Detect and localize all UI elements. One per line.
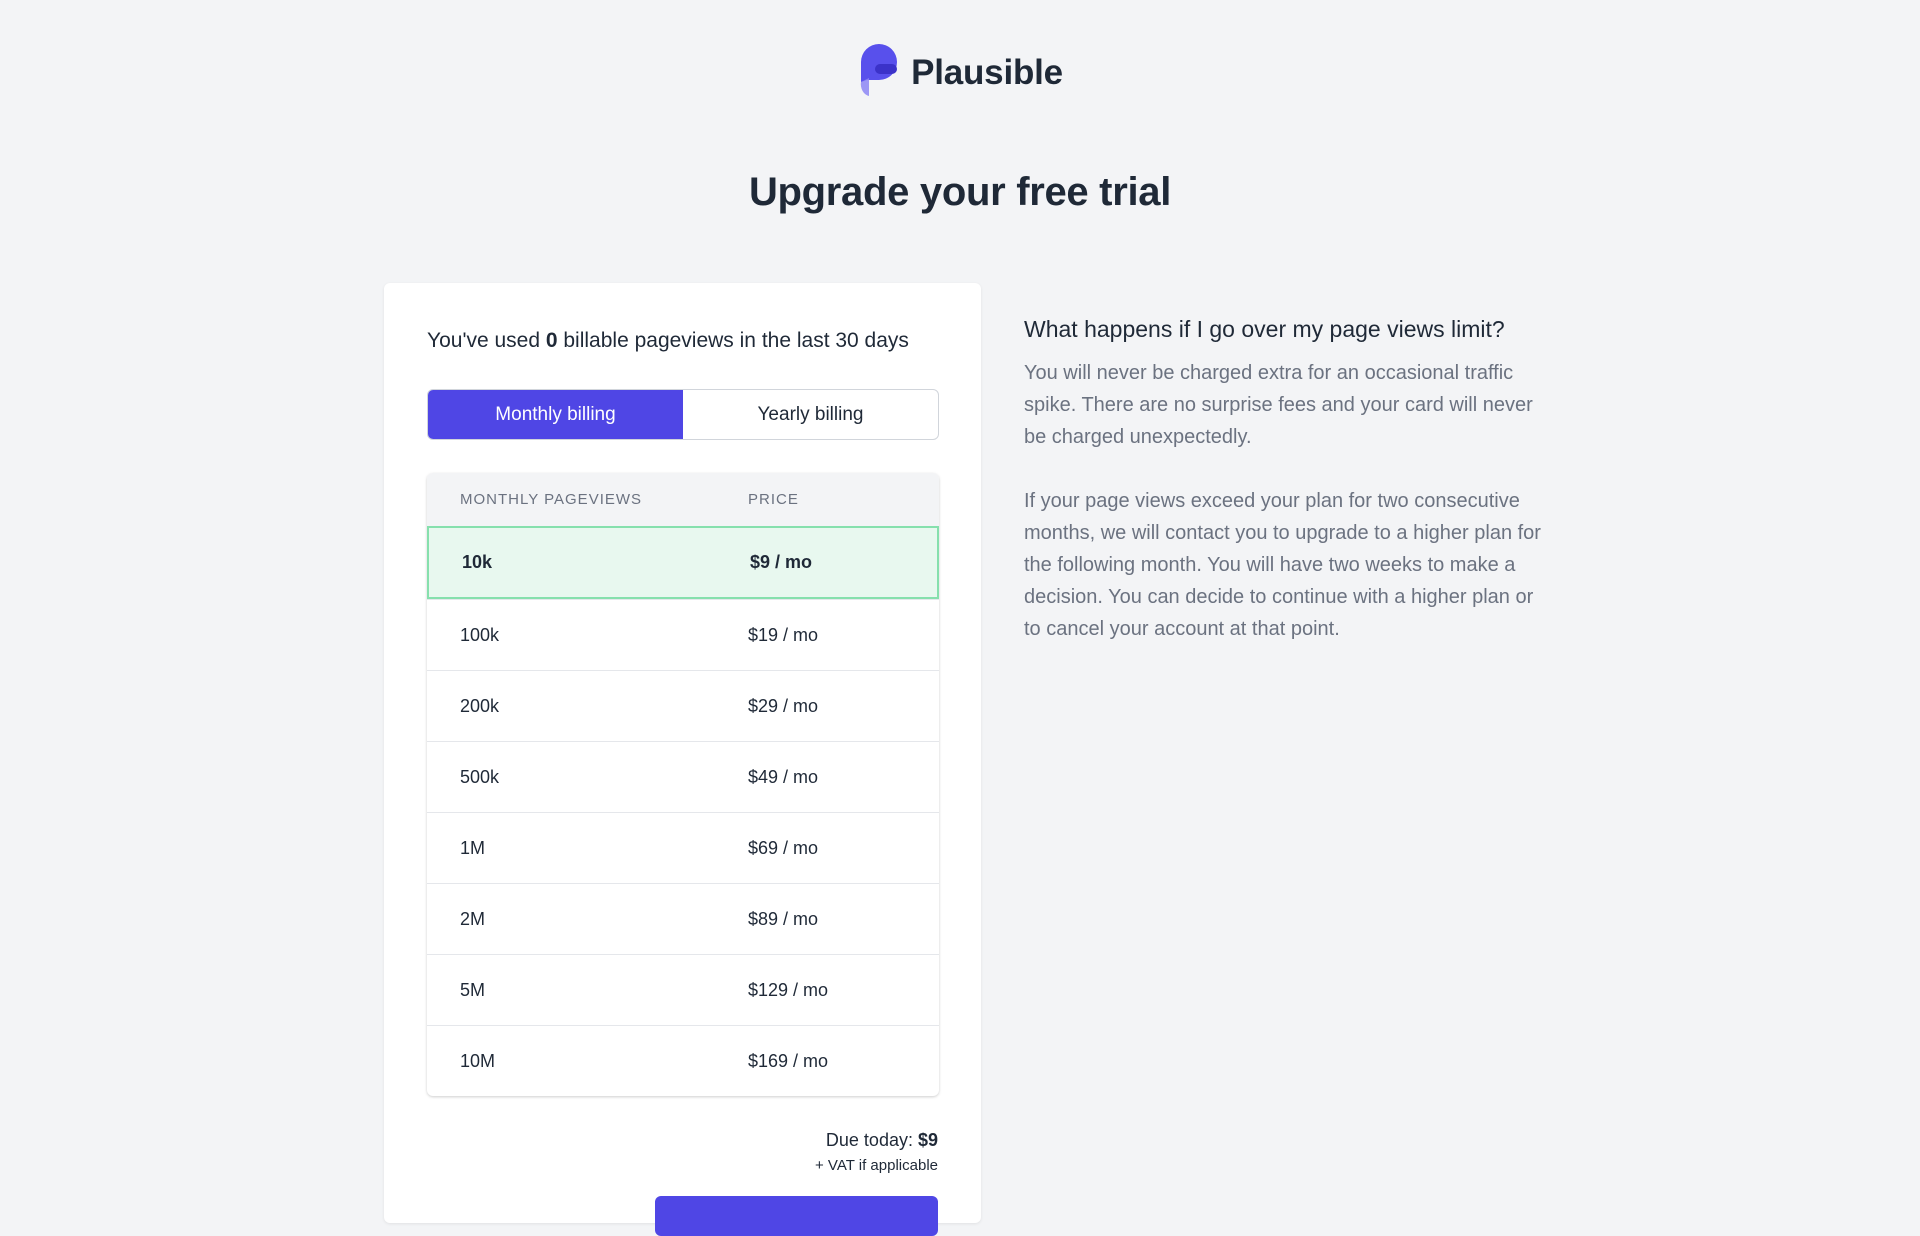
plan-row[interactable]: 10M $169 / mo <box>427 1025 939 1096</box>
faq-answer-1: You will never be charged extra for an o… <box>1024 362 1533 448</box>
usage-suffix: billable pageviews in the last 30 days <box>557 329 909 352</box>
plan-row[interactable]: 200k $29 / mo <box>427 670 939 741</box>
plan-pageviews: 500k <box>460 766 500 787</box>
plausible-logo-icon <box>857 42 901 103</box>
plan-pageviews: 200k <box>460 695 500 716</box>
plan-row-selected[interactable]: 10k $9 / mo <box>427 526 939 599</box>
due-today: Due today: $9 <box>815 1130 938 1151</box>
checkout-button[interactable] <box>655 1196 938 1236</box>
plan-pageviews: 5M <box>460 979 486 1000</box>
yearly-billing-button[interactable]: Yearly billing <box>683 390 938 439</box>
vat-note: + VAT if applicable <box>815 1157 938 1174</box>
due-amount: $9 <box>917 1130 938 1150</box>
site-header: Plausible <box>0 42 1920 103</box>
pricing-card: You've used 0 billable pageviews in the … <box>384 283 981 1236</box>
plan-pageviews: 100k <box>460 624 500 645</box>
due-label: Due today: <box>825 1130 918 1150</box>
brand-name: Plausible <box>911 52 1063 92</box>
plan-row[interactable]: 5M $129 / mo <box>427 954 939 1025</box>
plans-table-header: Monthly pageviews Price <box>427 473 939 526</box>
plan-price: $129 / mo <box>748 979 829 1000</box>
usage-summary: You've used 0 billable pageviews in the … <box>427 329 909 353</box>
header-price: Price <box>748 491 799 508</box>
usage-count: 0 <box>545 329 558 352</box>
plans-table: Monthly pageviews Price 10k $9 / mo 100k… <box>427 473 939 1096</box>
plan-pageviews: 10M <box>460 1050 496 1071</box>
faq-section: What happens if I go over my page views … <box>1024 316 1544 645</box>
plan-price: $69 / mo <box>748 837 819 858</box>
plan-price: $49 / mo <box>748 766 819 787</box>
plan-row[interactable]: 500k $49 / mo <box>427 741 939 812</box>
plan-row[interactable]: 100k $19 / mo <box>427 599 939 670</box>
plan-price: $169 / mo <box>748 1050 829 1071</box>
plan-row[interactable]: 1M $69 / mo <box>427 812 939 883</box>
plan-price: $19 / mo <box>748 624 819 645</box>
usage-prefix: You've used <box>427 329 546 352</box>
plan-pageviews: 10k <box>462 552 493 572</box>
plan-price: $89 / mo <box>748 908 819 929</box>
billing-toggle: Monthly billing Yearly billing <box>427 389 939 440</box>
plan-pageviews: 2M <box>460 908 486 929</box>
brand-logo[interactable]: Plausible <box>857 42 1063 103</box>
plan-row[interactable]: 2M $89 / mo <box>427 883 939 954</box>
plan-pageviews: 1M <box>460 837 486 858</box>
faq-answer-2: If your page views exceed your plan for … <box>1024 490 1541 640</box>
plan-price: $9 / mo <box>750 552 813 572</box>
monthly-billing-button[interactable]: Monthly billing <box>428 390 683 439</box>
faq-question: What happens if I go over my page views … <box>1024 316 1505 342</box>
plan-price: $29 / mo <box>748 695 819 716</box>
due-summary: Due today: $9 + VAT if applicable <box>815 1130 938 1174</box>
page-title: Upgrade your free trial <box>748 170 1172 214</box>
header-pageviews: Monthly pageviews <box>460 491 643 508</box>
